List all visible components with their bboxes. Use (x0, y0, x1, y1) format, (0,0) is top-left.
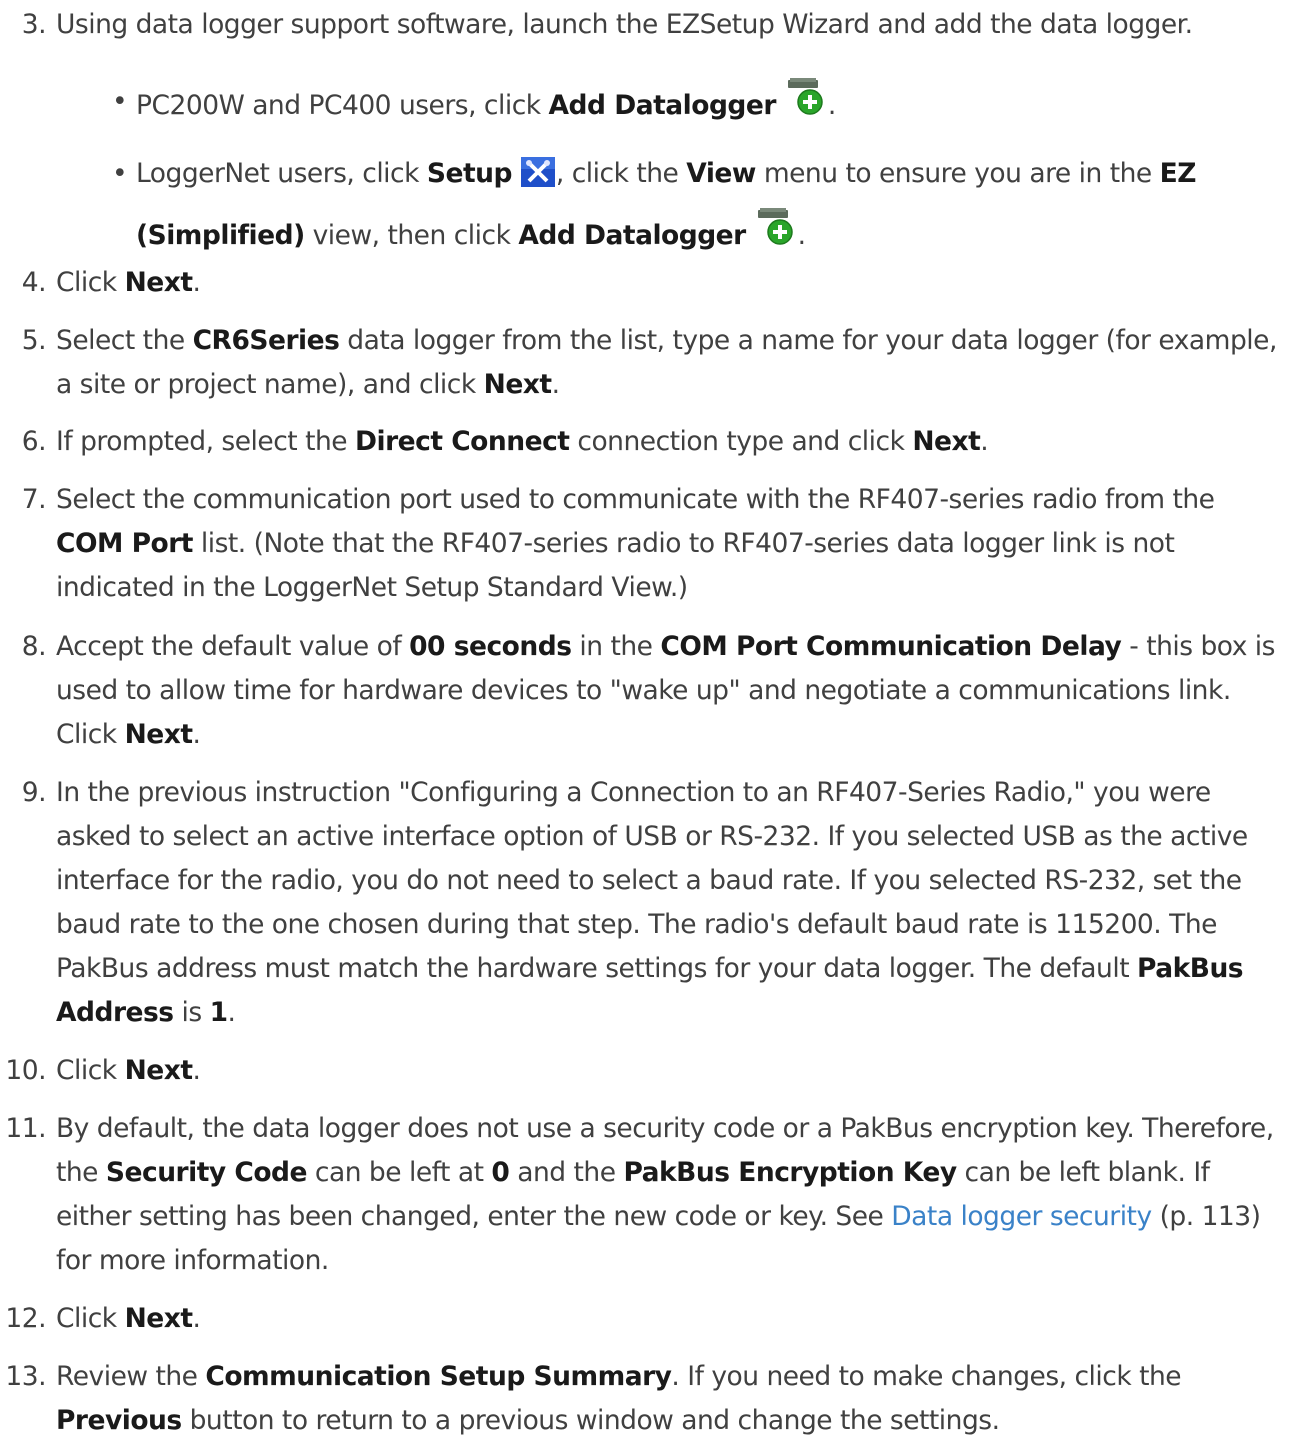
ui-term: COM Port (56, 528, 193, 559)
step-number: 13. (5, 1361, 46, 1392)
add-datalogger-icon (784, 76, 828, 138)
text-run: Click (56, 1055, 125, 1086)
text-run: Review the (56, 1361, 206, 1392)
ui-term: CR6Series (192, 325, 340, 356)
text-run: button to return to a previous window an… (181, 1405, 1000, 1436)
step-number: 6. (21, 426, 47, 457)
bullet-dot: • (112, 158, 128, 189)
ui-term: Direct Connect (355, 426, 570, 457)
step-text: If prompted, select the Direct Connect c… (56, 420, 1281, 464)
data-logger-security-link[interactable]: Data logger security (891, 1201, 1152, 1232)
text-run: . (827, 90, 836, 121)
step-number: 12. (5, 1303, 46, 1334)
ui-term: Add Datalogger (518, 220, 746, 251)
step-number: 7. (21, 484, 47, 515)
ui-term: Communication Setup Summary (205, 1361, 672, 1392)
text-run: LoggerNet users, click (136, 158, 427, 189)
text-run: , click the (555, 158, 687, 189)
bullet-text: LoggerNet users, click Setup , click the… (136, 148, 1281, 268)
ui-term: Setup (426, 158, 513, 189)
ui-term: Next (483, 369, 552, 400)
ui-term: Next (124, 267, 193, 298)
text-run: list. (Note that the RF407-series radio … (56, 528, 1175, 603)
ui-term: 00 seconds (409, 631, 572, 662)
step-text: Select the communication port used to co… (56, 478, 1281, 610)
text-run: . (192, 1303, 201, 1334)
text-run: . (192, 719, 201, 750)
text-run: . (227, 997, 236, 1028)
bullet-text: PC200W and PC400 users, click Add Datalo… (136, 76, 1281, 138)
text-run: . (192, 1055, 201, 1086)
ui-term: Add Datalogger (548, 90, 777, 121)
text-run: can be left at (306, 1157, 492, 1188)
text-run: menu to ensure you are in the (755, 158, 1160, 189)
ui-term: Next (124, 1055, 193, 1086)
ui-term: Previous (56, 1405, 182, 1436)
step-number: 8. (21, 631, 47, 662)
text-run: Click (56, 1303, 125, 1334)
text-run: In the previous instruction "Configuring… (56, 777, 1248, 984)
ui-term: COM Port Communication Delay (660, 631, 1122, 662)
text-run: in the (571, 631, 661, 662)
ui-term: Next (912, 426, 981, 457)
text-run: connection type and click (569, 426, 913, 457)
document-page: 3. Using data logger support software, l… (0, 0, 1292, 1436)
text-run: PC200W and PC400 users, click (136, 90, 549, 121)
text-run: . (980, 426, 989, 457)
text-run: Using data logger support software, laun… (56, 9, 1193, 40)
text-run: Accept the default value of (56, 631, 410, 662)
step-text: Review the Communication Setup Summary. … (56, 1355, 1281, 1443)
ui-term: Next (124, 1303, 193, 1334)
step-text: Select the CR6Series data logger from th… (56, 319, 1281, 407)
step-number: 10. (5, 1055, 46, 1086)
step-text: Click Next. (56, 1297, 1281, 1341)
text-run: . (551, 369, 560, 400)
step-number: 3. (21, 9, 47, 40)
step-number: 9. (21, 777, 47, 808)
text-run: view, then click (304, 220, 519, 251)
ui-term: 0 (491, 1157, 510, 1188)
text-run: . (192, 267, 201, 298)
text-run: and the (509, 1157, 624, 1188)
step-number: 11. (5, 1113, 46, 1144)
text-run: . (797, 220, 806, 251)
text-run: Click (56, 267, 125, 298)
ui-term: View (686, 158, 756, 189)
step-text: By default, the data logger does not use… (56, 1107, 1281, 1283)
step-number: 4. (21, 267, 47, 298)
ui-term: PakBus Encryption Key (623, 1157, 957, 1188)
setup-icon (520, 154, 556, 206)
bullet-dot: • (112, 86, 128, 117)
ui-term: Next (124, 719, 193, 750)
step-text: Using data logger support software, laun… (56, 3, 1281, 47)
step-number: 5. (21, 325, 47, 356)
text-run: . If you need to make changes, click the (671, 1361, 1182, 1392)
add-datalogger-icon (754, 206, 798, 268)
step-text: In the previous instruction "Configuring… (56, 771, 1281, 1035)
step-text: Click Next. (56, 261, 1281, 305)
ui-term: Security Code (105, 1157, 308, 1188)
ui-term: 1 (209, 997, 228, 1028)
text-run: is (173, 997, 210, 1028)
step-text: Accept the default value of 00 seconds i… (56, 625, 1281, 757)
text-run: Select the (56, 325, 193, 356)
text-run: If prompted, select the (56, 426, 355, 457)
text-run: Select the communication port used to co… (56, 484, 1215, 515)
step-text: Click Next. (56, 1049, 1281, 1093)
